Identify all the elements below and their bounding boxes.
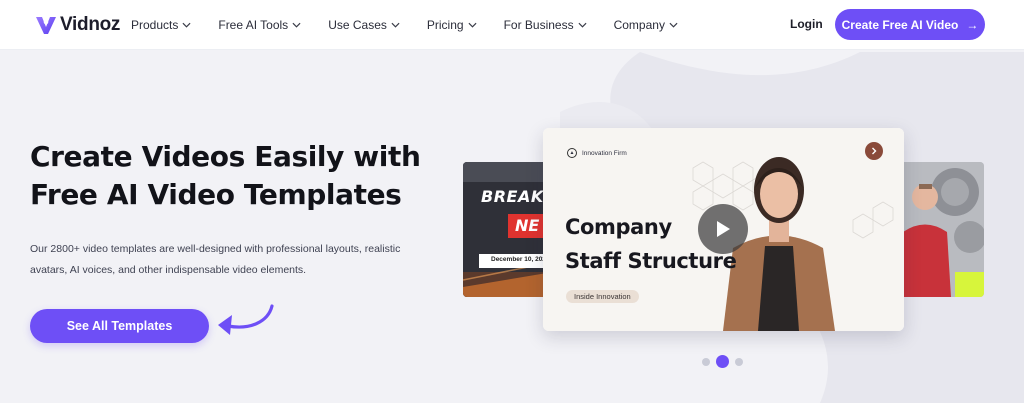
chevron-down-icon <box>468 22 477 28</box>
hero-description: Our 2800+ video templates are well-desig… <box>30 243 401 276</box>
arrow-right-icon: → <box>966 17 979 32</box>
template-tag: Inside Innovation <box>566 290 639 303</box>
menu-item-products[interactable]: Products <box>131 18 191 32</box>
menu-item-label: Pricing <box>426 18 464 32</box>
menu-item-free-ai-tools[interactable]: Free AI Tools <box>218 18 301 32</box>
menu-item-label: Company <box>613 18 665 32</box>
login-link[interactable]: Login <box>790 17 823 31</box>
firm-label: ▲ Innovation Firm <box>567 148 627 158</box>
template-thumbnail <box>895 162 984 297</box>
carousel-pagination <box>702 355 743 368</box>
top-navigation: Vidnoz Products Free AI Tools Use Cases … <box>0 0 1024 50</box>
chevron-down-icon <box>669 22 678 28</box>
chevron-down-icon <box>292 22 301 28</box>
chevron-down-icon <box>578 22 587 28</box>
brand-logo[interactable]: Vidnoz <box>34 12 120 38</box>
chevron-down-icon <box>391 22 400 28</box>
chevron-right-icon <box>872 147 877 155</box>
menu-item-label: For Business <box>503 18 574 32</box>
carousel-dot[interactable] <box>735 357 743 366</box>
menu-item-label: Use Cases <box>328 18 387 32</box>
brand-name: Vidnoz <box>60 14 121 35</box>
create-free-ai-video-button[interactable]: Create Free AI Video → <box>835 9 985 40</box>
menu-item-label: Products <box>131 18 179 32</box>
firm-name: Innovation Firm <box>582 149 627 157</box>
carousel-dot[interactable] <box>702 357 710 366</box>
play-button[interactable] <box>698 204 748 254</box>
hero-title: Create Videos Easily with Free AI Video … <box>30 140 421 211</box>
chevron-down-icon <box>182 22 191 28</box>
play-icon <box>717 221 730 237</box>
carousel-dot-active[interactable] <box>716 355 729 368</box>
menu-item-pricing[interactable]: Pricing <box>427 18 477 32</box>
template-card-worker[interactable] <box>895 162 984 297</box>
menu-item-use-cases[interactable]: Use Cases <box>328 18 400 32</box>
date-text: December 10, 2024 <box>491 256 550 263</box>
template-card-breaking-news[interactable]: BREAK NE December 10, 2024 <box>463 162 553 297</box>
menu-item-for-business[interactable]: For Business <box>504 18 587 32</box>
menu-item-label: Free AI Tools <box>218 18 289 32</box>
breaking-label: BREAK <box>481 187 544 206</box>
building-icon: ▲ <box>567 148 577 158</box>
menu-item-company[interactable]: Company <box>614 18 678 32</box>
template-card-company-staff[interactable]: ▲ Innovation Firm Company Staff Structur… <box>543 128 904 331</box>
next-slide-button[interactable] <box>865 142 883 160</box>
button-label: Create Free AI Video <box>841 17 959 32</box>
news-label: NE <box>515 216 540 235</box>
main-menu: Products Free AI Tools Use Cases Pricing… <box>131 0 705 50</box>
vidnoz-logo-icon <box>36 17 56 34</box>
see-all-templates-button[interactable]: See All Templates <box>30 309 209 343</box>
pointing-arrow-icon <box>218 304 274 335</box>
